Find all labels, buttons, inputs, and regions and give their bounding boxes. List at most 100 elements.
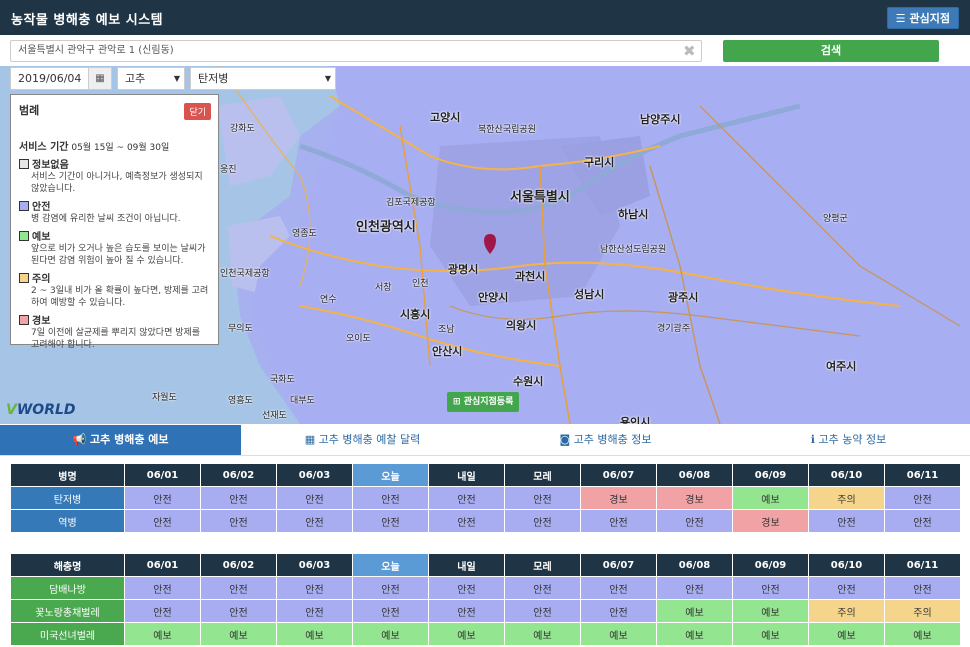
search-row: 서울특별시 관악구 관악로 1 (신림동) ✖ 검색 <box>0 35 970 66</box>
status-cell: 안전 <box>504 599 581 623</box>
vworld-logo-text: WORLD <box>16 402 76 418</box>
status-cell: 예보 <box>276 622 353 646</box>
crop-select[interactable]: 고추 ▼ <box>117 67 185 90</box>
pest-forecast-table: 해충명 06/01 06/02 06/03 오늘 내일 모레 06/07 06/08 06/09 0… <box>10 553 961 646</box>
status-cell: 안전 <box>428 599 505 623</box>
map-label-incheon-jc: 인천 <box>412 279 429 289</box>
map-label-muui: 무의도 <box>228 324 253 334</box>
table-header-cell: 병명 <box>10 463 125 487</box>
legend-item: 예보 <box>19 228 210 243</box>
map-label-gimpo-airport: 김포국제공항 <box>386 198 436 208</box>
table-row: 담배나방 안전 안전 안전 안전 안전 안전 안전 안전 안전 안전 안전 <box>10 576 961 600</box>
status-cell: 안전 <box>656 576 733 600</box>
status-cell: 안전 <box>276 576 353 600</box>
row-name-cell: 미국선녀벌레 <box>10 622 125 646</box>
status-cell: 안전 <box>428 576 505 600</box>
status-cell: 안전 <box>124 509 201 533</box>
search-button[interactable]: 검색 <box>723 40 939 62</box>
table-header-row: 해충명 06/01 06/02 06/03 오늘 내일 모레 06/07 06/08 06/09 0… <box>10 553 961 577</box>
map-label-gyeonggi-gwangju: 경기광주 <box>657 324 691 334</box>
table-header-cell: 06/11 <box>884 553 961 577</box>
disease-select[interactable]: 탄저병 ▼ <box>190 67 336 90</box>
info-icon: ℹ <box>810 433 815 446</box>
legend-item: 주의 <box>19 270 210 285</box>
service-period-value: 05월 15일 ~ 09월 30일 <box>71 143 170 153</box>
legend-item-name: 정보없음 <box>32 160 69 171</box>
table-header-cell: 오늘 <box>352 463 429 487</box>
legend-swatch <box>19 230 29 241</box>
map-label-ansan: 안산시 <box>432 345 463 358</box>
vworld-logo: VWORLD <box>6 402 76 418</box>
tab-bar: 📢 고추 병해충 예보 ▦ 고추 병해충 예찰 달력 ◙ 고추 병해충 정보 ℹ… <box>0 425 970 456</box>
table-header-cell: 06/08 <box>656 553 733 577</box>
status-cell: 안전 <box>124 486 201 510</box>
status-cell: 예보 <box>732 599 809 623</box>
table-header-cell: 06/02 <box>200 463 277 487</box>
legend-items: 정보없음 서비스 기간이 아니거나, 예측정보가 생성되지 않았습니다. 안전 병 감… <box>19 156 210 351</box>
map-label-yeongheung: 영흥도 <box>228 396 253 406</box>
legend-swatch <box>19 272 29 283</box>
row-name-cell: 역병 <box>10 509 125 533</box>
register-point-button[interactable]: ⊞ 관심지점등록 <box>447 392 520 412</box>
map-label-seongnam: 성남시 <box>574 288 605 301</box>
status-cell: 경보 <box>732 509 809 533</box>
tab-calendar-label: 고추 병해충 예찰 달력 <box>318 433 421 446</box>
tab-forecast[interactable]: 📢 고추 병해충 예보 <box>0 425 241 455</box>
map-label-gwangju: 광주시 <box>668 291 699 304</box>
status-cell: 안전 <box>580 599 657 623</box>
map-label-gwacheon: 과천시 <box>515 270 546 283</box>
chevron-down-icon: ▼ <box>173 74 180 83</box>
vworld-logo-v: V <box>6 402 17 418</box>
legend-item-desc: 7일 이전에 살균제를 뿌리지 않았다면 방제를 고려해야 합니다. <box>31 328 201 350</box>
legend-item-desc: 앞으로 비가 오거나 높은 습도를 보이는 날씨가 된다면 감염 위험이 높아 … <box>31 244 206 266</box>
clear-icon[interactable]: ✖ <box>683 42 696 60</box>
map-label-suwon: 수원시 <box>513 375 544 388</box>
map-label-gwangmyeong: 광명시 <box>448 263 479 276</box>
map-label-jawol: 자월도 <box>152 393 177 403</box>
table-header-cell: 06/02 <box>200 553 277 577</box>
address-input[interactable]: 서울특별시 관악구 관악로 1 (신림동) <box>10 40 702 62</box>
legend-close-button[interactable]: 닫기 <box>184 103 211 120</box>
map-label-uiwang: 의왕시 <box>506 319 537 332</box>
status-cell: 주의 <box>884 599 961 623</box>
table-header-cell: 06/01 <box>124 553 201 577</box>
tab-pesticide[interactable]: ℹ 고추 농약 정보 <box>727 425 970 455</box>
crop-select-value: 고추 <box>125 72 146 85</box>
legend-swatch <box>19 158 29 169</box>
status-cell: 예보 <box>808 622 885 646</box>
table-header-cell: 내일 <box>428 553 505 577</box>
map-label-yeongjong: 영종도 <box>292 229 317 239</box>
status-cell: 예보 <box>656 599 733 623</box>
status-cell: 안전 <box>352 486 429 510</box>
legend-item: 경보 <box>19 312 210 327</box>
status-cell: 안전 <box>352 599 429 623</box>
map-label-yeonsu: 연수 <box>320 295 337 305</box>
table-header-cell: 06/03 <box>276 553 353 577</box>
tab-info[interactable]: ◙ 고추 병해충 정보 <box>484 425 727 455</box>
table-header-cell: 06/09 <box>732 463 809 487</box>
map-label-hanam: 하남시 <box>618 208 649 221</box>
status-cell: 안전 <box>504 486 581 510</box>
map-label-yongin: 용인시 <box>620 416 651 424</box>
legend-swatch <box>19 200 29 211</box>
map-label-goyang: 고양시 <box>430 111 461 124</box>
status-cell: 예보 <box>124 622 201 646</box>
status-cell: 안전 <box>200 509 277 533</box>
map-label-namhansanseong: 남한산성도립공원 <box>600 245 667 255</box>
status-cell: 안전 <box>276 509 353 533</box>
calendar-icon[interactable]: ▦ <box>88 67 112 90</box>
favorite-points-button[interactable]: ☰ 관심지점 <box>886 7 959 29</box>
status-cell: 안전 <box>276 486 353 510</box>
row-name-cell: 꽃노랑총채벌레 <box>10 599 125 623</box>
row-name-cell: 담배나방 <box>10 576 125 600</box>
table-row: 탄저병 안전 안전 안전 안전 안전 안전 경보 경보 예보 주의 안전 <box>10 486 961 510</box>
table-header-cell: 06/03 <box>276 463 353 487</box>
status-cell: 안전 <box>884 509 961 533</box>
status-cell: 안전 <box>200 599 277 623</box>
status-cell: 안전 <box>808 509 885 533</box>
legend-title: 범례 <box>19 104 40 117</box>
disease-select-value: 탄저병 <box>198 72 229 85</box>
tab-calendar[interactable]: ▦ 고추 병해충 예찰 달력 <box>241 425 484 455</box>
status-cell: 주의 <box>808 486 885 510</box>
status-cell: 안전 <box>580 509 657 533</box>
